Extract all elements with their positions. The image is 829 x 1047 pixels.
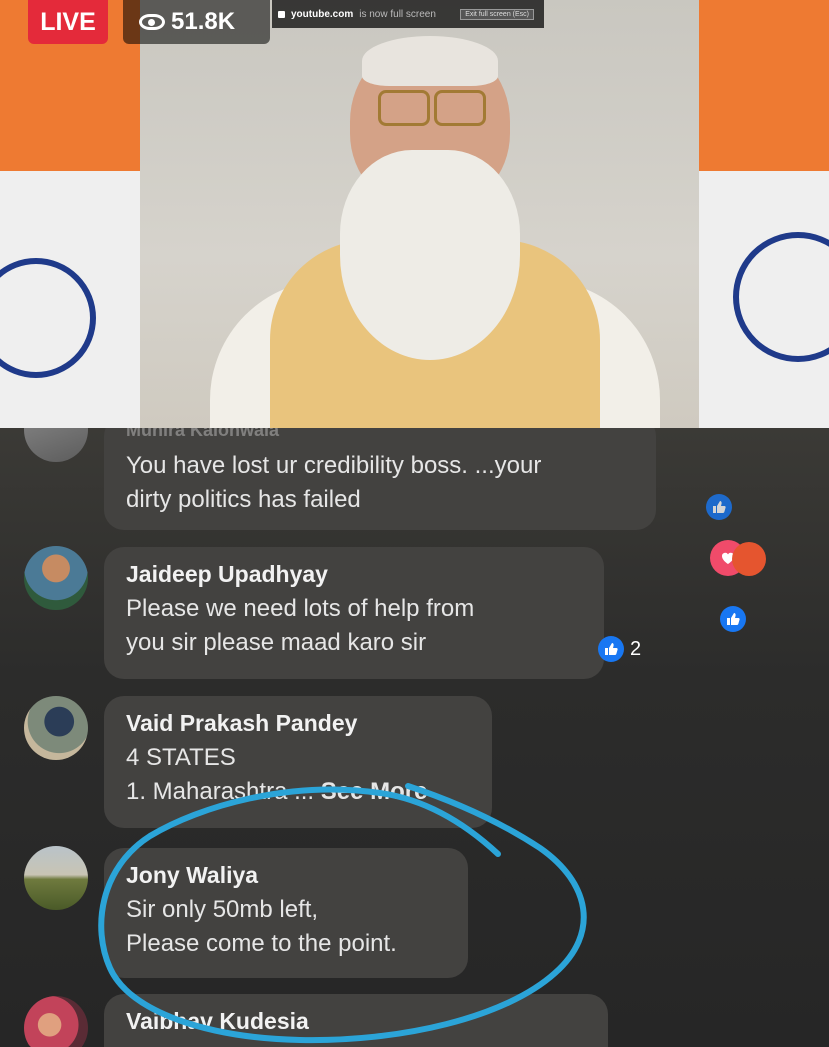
comment-bubble[interactable]: Vaid Prakash Pandey 4 STATES 1. Maharash…	[104, 696, 492, 828]
fullscreen-banner: youtube.com is now full screen Exit full…	[272, 0, 544, 28]
comment-author[interactable]: Jony Waliya	[126, 862, 446, 889]
thumbs-up-icon	[598, 636, 624, 662]
avatar[interactable]	[24, 696, 88, 760]
indian-flag-right	[699, 0, 829, 428]
comment-text: dirty politics has failed	[126, 486, 361, 513]
like-reaction[interactable]	[706, 494, 732, 520]
comment-bubble[interactable]: Jony Waliya Sir only 50mb left, Please c…	[104, 848, 468, 978]
comment-bubble[interactable]: Munira Kalonwala You have lost ur credib…	[104, 428, 656, 530]
comment-text: 4 STATES	[126, 744, 236, 771]
thumbs-up-icon	[720, 606, 746, 632]
live-badge: LIVE	[28, 0, 108, 44]
comment-text-row: 1. Maharashtra ... See More	[126, 775, 470, 809]
comment-text: Please come to the point.	[126, 930, 397, 957]
comment-text: 1. Maharashtra ...	[126, 778, 315, 805]
speaker	[210, 10, 660, 428]
live-video[interactable]	[0, 0, 829, 428]
banner-text: is now full screen	[359, 8, 436, 20]
lock-icon	[278, 10, 285, 18]
avatar[interactable]	[24, 546, 88, 610]
comment-author[interactable]: Vaibhav Kudesia	[126, 1008, 586, 1035]
comment-text: You have lost ur credibility boss. ...yo…	[126, 452, 542, 479]
comment-author[interactable]: Vaid Prakash Pandey	[126, 710, 470, 737]
comment-bubble[interactable]: Vaibhav Kudesia	[104, 994, 608, 1047]
comments-panel[interactable]: Munira Kalonwala You have lost ur credib…	[0, 428, 829, 1047]
indian-flag-left	[0, 0, 140, 428]
like-reaction[interactable]	[720, 606, 746, 632]
see-more-link[interactable]: See More	[321, 778, 428, 805]
avatar[interactable]	[24, 996, 88, 1047]
comment-author[interactable]: Jaideep Upadhyay	[126, 561, 582, 588]
comment-bubble[interactable]: Jaideep Upadhyay Please we need lots of …	[104, 547, 604, 679]
banner-domain: youtube.com	[291, 8, 354, 20]
exit-fullscreen-button[interactable]: Exit full screen (Esc)	[460, 8, 534, 20]
like-count[interactable]: 2	[598, 636, 641, 662]
angry-icon	[732, 542, 766, 576]
comment-text: you sir please maad karo sir	[126, 629, 427, 656]
reaction-stack[interactable]	[710, 540, 770, 580]
avatar[interactable]	[24, 428, 88, 462]
comment-author[interactable]: Munira Kalonwala	[126, 428, 634, 441]
viewer-count-badge: 51.8K	[123, 0, 270, 44]
like-count-value: 2	[630, 637, 642, 660]
viewer-count: 51.8K	[171, 8, 236, 35]
avatar[interactable]	[24, 846, 88, 910]
eye-icon	[139, 14, 165, 30]
comment-text: Sir only 50mb left,	[126, 896, 319, 923]
live-label: LIVE	[40, 7, 96, 36]
thumbs-up-icon	[706, 494, 732, 520]
comment-text: Please we need lots of help from	[126, 595, 475, 622]
